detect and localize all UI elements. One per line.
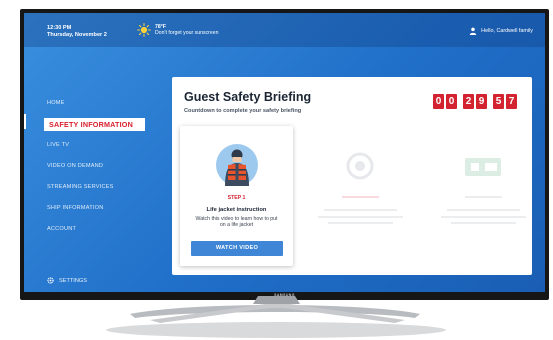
tv-screen: 12:30 PM Thursday, November 2 78°F Don't… <box>24 13 545 292</box>
clock: 12:30 PM Thursday, November 2 <box>47 25 107 38</box>
placeholder-line <box>342 196 379 198</box>
countdown-digit: 5 <box>493 94 504 109</box>
greeting-text: Hello, Cardwell family <box>481 28 533 34</box>
weather-message: Don't forget your sunscreen <box>155 30 219 36</box>
watch-video-button[interactable]: WATCH VIDEO <box>191 241 283 256</box>
sidebar-item-live-tv[interactable]: LIVE TV <box>24 135 154 156</box>
step-card-3-disabled <box>427 126 540 266</box>
step-title: Life jacket instruction <box>206 207 267 213</box>
placeholder-line <box>447 209 520 211</box>
placeholder-line <box>451 222 516 224</box>
step-description: Watch this video to learn how to put on … <box>195 216 278 229</box>
step-card-life-jacket[interactable]: STEP 1 Life jacket instruction Watch thi… <box>180 126 293 266</box>
step-label: STEP 1 <box>227 195 246 201</box>
page-subtitle: Countdown to complete your safety briefi… <box>184 108 302 114</box>
alarm-bell-icon <box>346 152 374 180</box>
tv-frame: 12:30 PM Thursday, November 2 78°F Don't… <box>20 9 549 300</box>
sidebar-item-safety-information[interactable]: SAFETY INFORMATION <box>44 118 145 131</box>
step-card-2-disabled <box>304 126 417 266</box>
sidebar-item-ship-information[interactable]: SHIP INFORMATION <box>24 198 154 219</box>
clock-date: Thursday, November 2 <box>47 31 107 38</box>
sidebar-item-streaming-services[interactable]: STREAMING SERVICES <box>24 177 154 198</box>
top-bar: 12:30 PM Thursday, November 2 78°F Don't… <box>24 13 545 47</box>
placeholder-line <box>328 222 393 224</box>
user-greeting[interactable]: Hello, Cardwell family <box>469 27 533 35</box>
page-title: Guest Safety Briefing <box>184 90 312 104</box>
placeholder-line <box>465 196 502 198</box>
user-icon <box>469 27 477 35</box>
sidebar: HOME SAFETY INFORMATION LIVE TV VIDEO ON… <box>24 93 154 240</box>
placeholder-line <box>318 216 403 218</box>
weather-widget: 78°F Don't forget your sunscreen <box>137 23 219 37</box>
briefing-panel: Guest Safety Briefing Countdown to compl… <box>172 77 532 275</box>
life-jacket-illustration <box>216 144 258 186</box>
sidebar-item-video-on-demand[interactable]: VIDEO ON DEMAND <box>24 156 154 177</box>
placeholder-line <box>324 209 397 211</box>
settings-button[interactable]: SETTINGS <box>47 277 87 284</box>
tv-stand <box>106 296 446 338</box>
placeholder-line <box>441 216 526 218</box>
countdown-digit: 0 <box>433 94 444 109</box>
sidebar-item-home[interactable]: HOME <box>24 93 154 114</box>
countdown-timer: 0 0 2 9 5 7 <box>431 94 517 109</box>
settings-label: SETTINGS <box>59 277 87 284</box>
countdown-digit: 7 <box>506 94 517 109</box>
countdown-digit: 2 <box>463 94 474 109</box>
muster-station-icon <box>465 158 501 176</box>
weather-text: 78°F Don't forget your sunscreen <box>155 24 219 36</box>
gear-icon <box>47 277 54 284</box>
sidebar-item-account[interactable]: ACCOUNT <box>24 219 154 240</box>
countdown-digit: 0 <box>446 94 457 109</box>
countdown-digit: 9 <box>476 94 487 109</box>
sun-icon <box>137 23 151 37</box>
